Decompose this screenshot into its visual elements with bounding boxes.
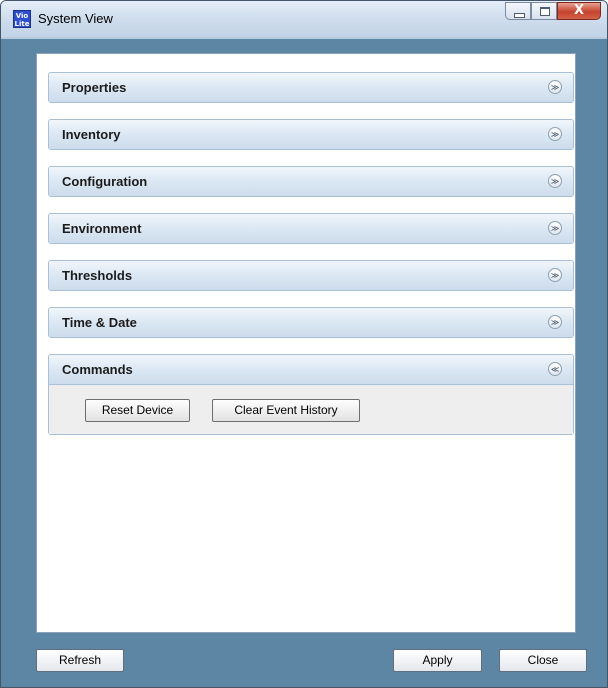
reset-device-button[interactable]: Reset Device (85, 399, 190, 422)
close-button[interactable]: Close (499, 649, 587, 672)
panel-title-commands: Commands (62, 362, 133, 377)
expand-chevron-icon[interactable]: ≫ (548, 268, 562, 282)
close-icon: X (573, 3, 585, 18)
panel-container: Properties ≫ Inventory ≫ Configuration ≫… (36, 53, 576, 633)
panel-header-environment[interactable]: Environment ≫ (49, 214, 573, 243)
panel-title-environment: Environment (62, 221, 142, 236)
close-window-button[interactable]: X (557, 2, 601, 20)
expand-chevron-icon[interactable]: ≫ (548, 315, 562, 329)
minimize-button[interactable] (505, 2, 531, 20)
expand-chevron-icon[interactable]: ≫ (548, 80, 562, 94)
panel-header-configuration[interactable]: Configuration ≫ (49, 167, 573, 196)
panel-inventory: Inventory ≫ (48, 119, 574, 150)
panel-commands: Commands ≪ Reset Device Clear Event Hist… (48, 354, 574, 435)
panel-environment: Environment ≫ (48, 213, 574, 244)
panel-header-thresholds[interactable]: Thresholds ≫ (49, 261, 573, 290)
expand-chevron-icon[interactable]: ≫ (548, 127, 562, 141)
panel-title-time-date: Time & Date (62, 315, 137, 330)
app-logo-icon: Vio Lite (13, 10, 31, 28)
app-icon-text: Vio Lite (14, 12, 30, 28)
refresh-button[interactable]: Refresh (36, 649, 124, 672)
expand-chevron-icon[interactable]: ≫ (548, 174, 562, 188)
panel-title-thresholds: Thresholds (62, 268, 133, 283)
apply-button[interactable]: Apply (393, 649, 482, 672)
clear-event-history-button[interactable]: Clear Event History (212, 399, 360, 422)
panel-title-inventory: Inventory (62, 127, 121, 142)
system-view-window: Vio Lite System View X Properties ≫ Inve… (0, 0, 608, 688)
maximize-button[interactable] (531, 2, 557, 20)
title-bar[interactable]: Vio Lite System View X (1, 1, 607, 37)
panel-time-date: Time & Date ≫ (48, 307, 574, 338)
panel-header-time-date[interactable]: Time & Date ≫ (49, 308, 573, 337)
panel-thresholds: Thresholds ≫ (48, 260, 574, 291)
panel-header-inventory[interactable]: Inventory ≫ (49, 120, 573, 149)
panel-title-properties: Properties (62, 80, 127, 95)
commands-panel-body: Reset Device Clear Event History (49, 384, 573, 434)
expand-chevron-icon[interactable]: ≫ (548, 221, 562, 235)
panel-header-properties[interactable]: Properties ≫ (49, 73, 573, 102)
window-controls: X (505, 2, 601, 22)
window-title: System View (38, 11, 113, 26)
panel-properties: Properties ≫ (48, 72, 574, 103)
collapse-chevron-icon[interactable]: ≪ (548, 362, 562, 376)
panel-title-configuration: Configuration (62, 174, 148, 189)
panel-header-commands[interactable]: Commands ≪ (49, 355, 573, 384)
panel-configuration: Configuration ≫ (48, 166, 574, 197)
